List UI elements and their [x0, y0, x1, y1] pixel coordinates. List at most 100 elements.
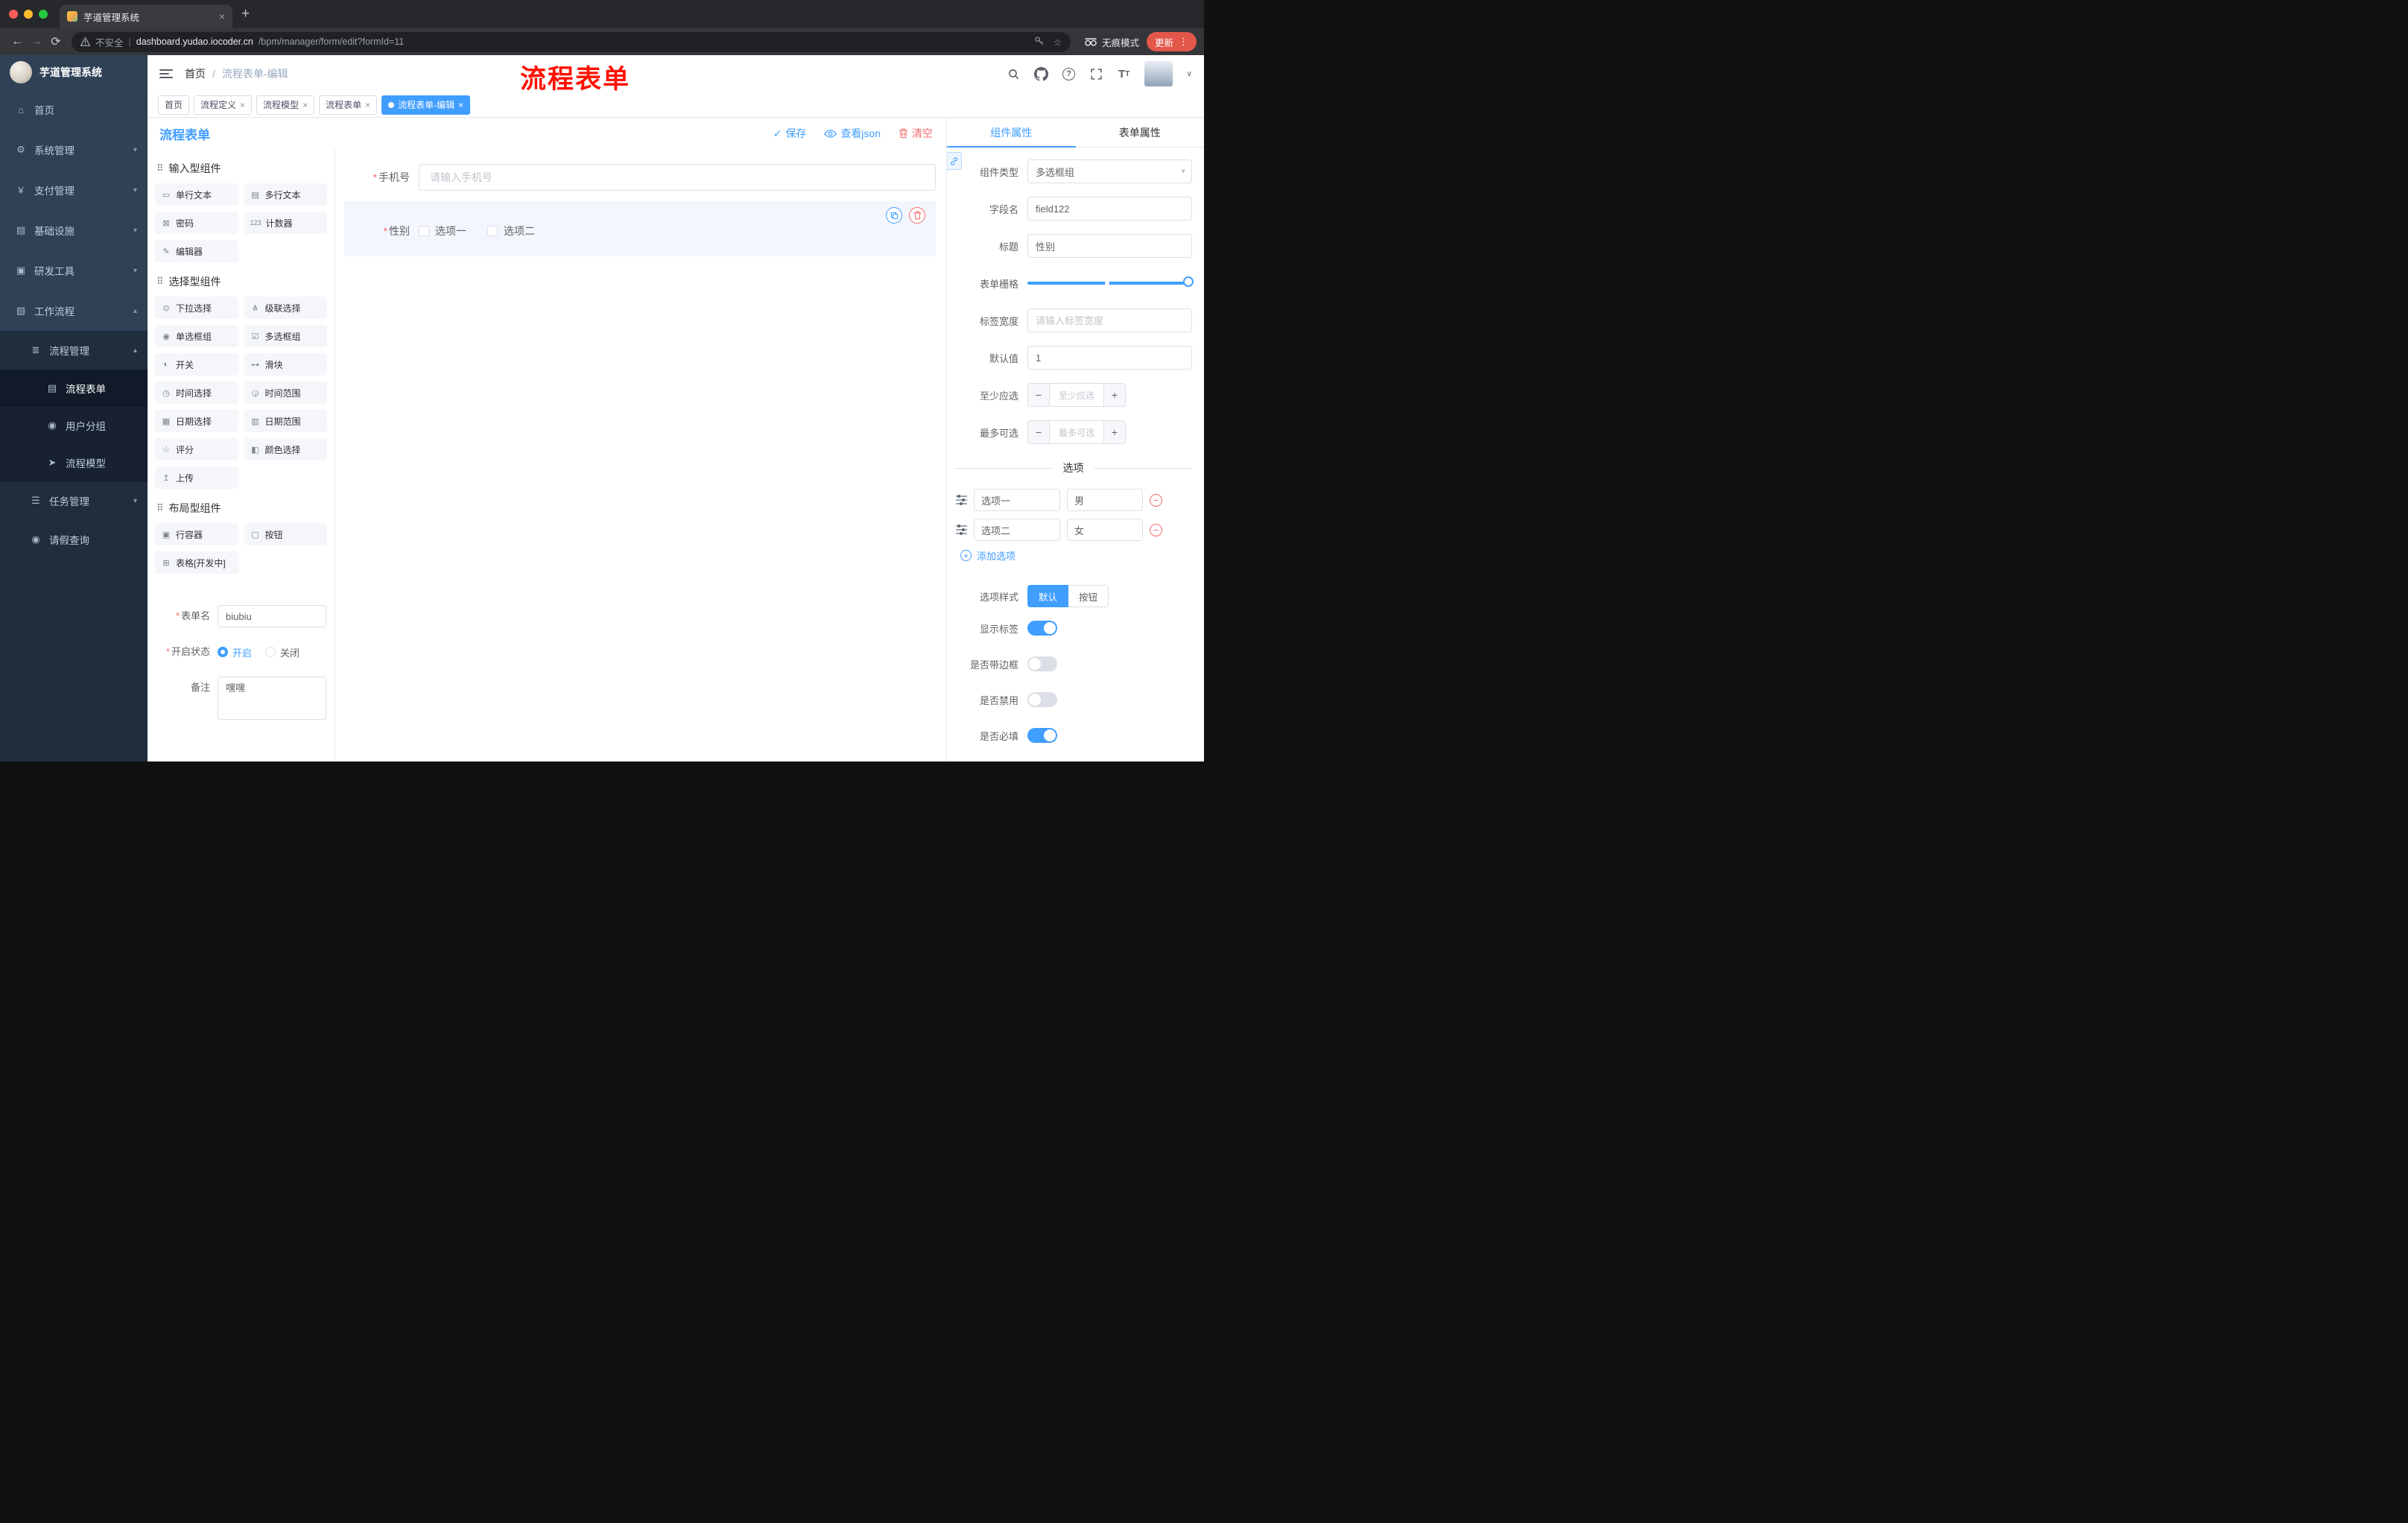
palette-item-textarea[interactable]: ▤ 多行文本 [244, 183, 327, 206]
palette-item-radio-group[interactable]: ◉ 单选框组 [155, 325, 238, 347]
phone-input[interactable]: 请输入手机号 [419, 164, 936, 191]
palette-item-date-range[interactable]: ▥ 日期范围 [244, 410, 327, 432]
palette-item-slider[interactable]: ⊶ 滑块 [244, 353, 327, 376]
sidebar-item-user-group[interactable]: ◉ 用户分组 [0, 407, 148, 444]
tag-process-form-edit[interactable]: 流程表单-编辑 × [381, 95, 471, 115]
bookmark-star-icon[interactable]: ☆ [1054, 37, 1062, 48]
new-tab-button[interactable]: + [241, 3, 250, 25]
tag-process-definition[interactable]: 流程定义 × [194, 95, 253, 115]
sidebar-item-payment[interactable]: ¥ 支付管理 ▾ [0, 170, 148, 210]
max-select-value[interactable]: 最多可选 [1050, 421, 1103, 443]
tab-component-props[interactable]: 组件属性 [947, 118, 1076, 148]
status-radio-off[interactable]: 关闭 [265, 645, 300, 659]
tab-close-icon[interactable]: × [219, 10, 225, 22]
tag-process-form[interactable]: 流程表单 × [319, 95, 378, 115]
default-value-input[interactable] [1027, 346, 1192, 370]
address-bar[interactable]: 不安全 | dashboard.yudao.iocoder.cn/bpm/man… [72, 31, 1071, 52]
option-2-label-input[interactable] [974, 519, 1060, 541]
palette-item-checkbox-group[interactable]: ☑ 多选框组 [244, 325, 327, 347]
palette-item-time-range[interactable]: ◶ 时间范围 [244, 381, 327, 404]
palette-item-rate[interactable]: ☆ 评分 [155, 438, 238, 460]
palette-item-time-picker[interactable]: ◷ 时间选择 [155, 381, 238, 404]
palette-item-cascader[interactable]: ⋔ 级联选择 [244, 297, 327, 319]
collapse-menu-icon[interactable] [159, 69, 173, 78]
close-icon[interactable]: × [365, 100, 370, 110]
remove-option-button[interactable]: − [1150, 493, 1162, 507]
tag-home[interactable]: 首页 [158, 95, 190, 115]
palette-item-editor[interactable]: ✎ 编辑器 [155, 240, 238, 262]
copy-widget-button[interactable] [886, 207, 902, 224]
breadcrumb-home[interactable]: 首页 [185, 66, 206, 81]
link-handle[interactable] [947, 152, 962, 170]
forward-icon[interactable]: → [27, 35, 46, 48]
increment-button[interactable]: + [1103, 421, 1125, 443]
title-input[interactable] [1027, 234, 1192, 258]
form-name-input[interactable] [218, 605, 326, 627]
sidebar-item-system[interactable]: ⚙ 系统管理 ▾ [0, 130, 148, 170]
tab-form-props[interactable]: 表单属性 [1076, 118, 1205, 147]
font-size-icon[interactable]: TT [1117, 66, 1132, 81]
sidebar-item-leave-query[interactable]: ◉ 请假查询 [0, 520, 148, 559]
sidebar-item-workflow[interactable]: ▧ 工作流程 ▴ [0, 291, 148, 331]
max-select-stepper[interactable]: − 最多可选 + [1027, 420, 1126, 444]
remove-option-button[interactable]: − [1150, 523, 1162, 536]
option-1-value-input[interactable] [1067, 489, 1143, 511]
password-key-icon[interactable] [1034, 36, 1045, 48]
required-switch[interactable] [1027, 728, 1057, 743]
drag-handle-icon[interactable] [956, 525, 967, 535]
back-icon[interactable]: ← [7, 35, 27, 48]
sidebar-item-home[interactable]: ⌂ 首页 [0, 89, 148, 130]
option-1-label-input[interactable] [974, 489, 1060, 511]
palette-item-table[interactable]: ⊞ 表格[开发中] [155, 551, 238, 574]
form-canvas[interactable]: * 手机号 请输入手机号 * 性别 选项一 选项二 [335, 149, 946, 762]
canvas-field-phone[interactable]: * 手机号 请输入手机号 [344, 164, 936, 191]
palette-item-switch[interactable]: ◐ 开关 [155, 353, 238, 376]
browser-update-button[interactable]: 更新 ⋮ [1146, 32, 1197, 51]
palette-item-color-picker[interactable]: ◧ 颜色选择 [244, 438, 327, 460]
sidebar-item-task-mgmt[interactable]: ☰ 任务管理 ▾ [0, 481, 148, 520]
gender-option-1[interactable]: 选项一 [419, 224, 466, 238]
grid-slider[interactable] [1027, 271, 1194, 295]
palette-item-single-text[interactable]: ▭ 单行文本 [155, 183, 238, 206]
show-label-switch[interactable] [1027, 621, 1057, 636]
palette-item-select[interactable]: ⊙ 下拉选择 [155, 297, 238, 319]
palette-item-date-picker[interactable]: ▦ 日期选择 [155, 410, 238, 432]
palette-item-password[interactable]: ⊠ 密码 [155, 212, 238, 234]
add-option-button[interactable]: + 添加选项 [960, 548, 1192, 563]
search-icon[interactable] [1007, 66, 1021, 81]
drag-handle-icon[interactable] [956, 495, 967, 505]
palette-item-counter[interactable]: 123 计数器 [244, 212, 327, 234]
save-button[interactable]: ✓ 保存 [773, 126, 807, 141]
component-type-select[interactable] [1027, 159, 1192, 183]
close-icon[interactable]: × [302, 100, 308, 110]
sidebar-item-process-mgmt[interactable]: ≣ 流程管理 ▴ [0, 331, 148, 370]
close-icon[interactable]: × [240, 100, 245, 110]
canvas-field-gender-selected[interactable]: * 性别 选项一 选项二 [344, 201, 936, 256]
close-icon[interactable]: × [458, 100, 463, 110]
decrement-button[interactable]: − [1028, 421, 1050, 443]
browser-tab[interactable]: 芋道管理系统 × [60, 4, 232, 28]
delete-widget-button[interactable] [909, 207, 925, 224]
min-select-stepper[interactable]: − 至少应选 + [1027, 383, 1126, 407]
sidebar-item-process-form[interactable]: ▤ 流程表单 [0, 370, 148, 407]
palette-item-button[interactable]: ▢ 按钮 [244, 523, 327, 545]
reload-icon[interactable]: ⟳ [46, 34, 66, 49]
slider-handle[interactable] [1183, 276, 1194, 287]
status-radio-on[interactable]: 开启 [218, 645, 252, 659]
help-icon[interactable]: ? [1062, 66, 1077, 81]
option-2-value-input[interactable] [1067, 519, 1143, 541]
style-button-button[interactable]: 按钮 [1068, 585, 1109, 607]
decrement-button[interactable]: − [1028, 384, 1050, 406]
sidebar-item-infra[interactable]: ▤ 基础设施 ▾ [0, 210, 148, 250]
avatar-caret-icon[interactable]: ∨ [1187, 70, 1192, 78]
sidebar-item-process-model[interactable]: ➤ 流程模型 [0, 444, 148, 481]
increment-button[interactable]: + [1103, 384, 1125, 406]
form-remark-input[interactable]: 嘿嘿 [218, 677, 326, 720]
disabled-switch[interactable] [1027, 692, 1057, 707]
browser-menu-icon[interactable]: ⋮ [1179, 36, 1188, 48]
minimize-window-button[interactable] [24, 10, 33, 19]
min-select-value[interactable]: 至少应选 [1050, 384, 1103, 406]
clear-button[interactable]: 清空 [899, 126, 933, 141]
gender-option-2[interactable]: 选项二 [487, 224, 535, 238]
github-icon[interactable] [1034, 66, 1049, 81]
